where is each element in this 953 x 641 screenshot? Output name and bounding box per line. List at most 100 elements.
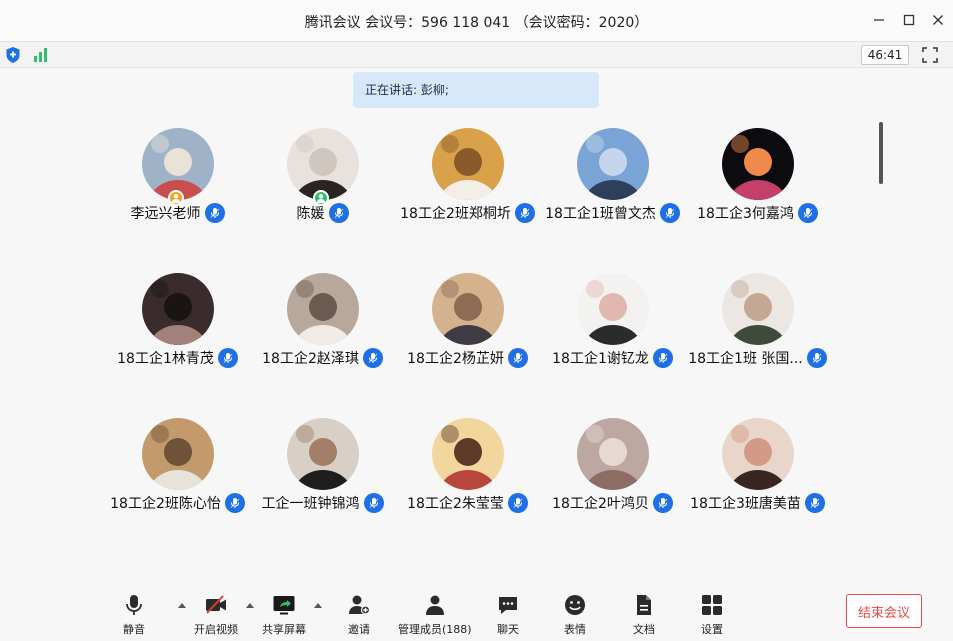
participant-mic-icon — [652, 493, 673, 513]
participant-name: 18工企3何嘉鸿 — [697, 206, 794, 222]
minimize-icon[interactable] — [869, 10, 889, 30]
participant-mic-icon — [362, 348, 383, 368]
participant-mic-icon — [363, 493, 384, 513]
participant-tile[interactable]: 工企一班钟锦鸿 — [250, 416, 395, 561]
participant-name-row: 18工企2班郑桐圻 — [385, 202, 550, 224]
participant-name-row: 18工企3何嘉鸿 — [675, 202, 840, 224]
signal-strength-icon[interactable] — [32, 47, 50, 63]
smiley-icon — [565, 595, 585, 615]
participant-avatar[interactable] — [432, 128, 504, 200]
participant-name-row: 18工企2叶鸿贝 — [530, 492, 695, 514]
participant-mic-icon — [507, 348, 528, 368]
participant-avatar[interactable] — [722, 273, 794, 345]
participant-tile[interactable]: 18工企2班陈心怡 — [105, 416, 250, 561]
participant-tile[interactable]: 李远兴老师 — [105, 126, 250, 271]
mute-label: 静音 — [123, 623, 145, 636]
participant-tile[interactable]: 18工企2杨芷妍 — [395, 271, 540, 416]
participant-name-row: 18工企2朱莹莹 — [385, 492, 550, 514]
participant-name: 陈媛 — [296, 206, 325, 222]
close-icon[interactable] — [928, 10, 948, 30]
participant-name: 18工企1班曾文杰 — [545, 206, 656, 222]
participant-name-row: 18工企3班唐美苗 — [675, 492, 840, 514]
grid-settings-icon — [702, 595, 722, 615]
participant-name-row: 18工企2赵泽琪 — [240, 347, 405, 369]
participant-mic-icon — [652, 348, 673, 368]
document-icon — [637, 595, 651, 615]
participant-mic-icon — [804, 493, 825, 513]
participant-name: 工企一班钟锦鸿 — [261, 496, 360, 512]
participant-tile[interactable]: 18工企2朱莹莹 — [395, 416, 540, 561]
participant-name: 18工企1班 张国... — [688, 351, 803, 367]
participant-tile[interactable]: 陈媛 — [250, 126, 395, 271]
participant-tile[interactable]: 18工企1班曾文杰 — [540, 126, 685, 271]
chat-label: 聊天 — [497, 623, 519, 636]
participant-tile[interactable]: 18工企1班 张国... — [685, 271, 830, 416]
reaction-label: 表情 — [564, 623, 586, 636]
chat-bubble-icon — [499, 597, 517, 614]
participant-tile[interactable]: 18工企3何嘉鸿 — [685, 126, 830, 271]
fullscreen-icon[interactable] — [921, 46, 939, 64]
chat-button[interactable]: 聊天 — [496, 593, 520, 637]
participant-name-row: 工企一班钟锦鸿 — [240, 492, 405, 514]
participant-name-row: 18工企1谢钇龙 — [530, 347, 695, 369]
participant-avatar[interactable] — [722, 128, 794, 200]
participant-tile[interactable]: 18工企3班唐美苗 — [685, 416, 830, 561]
settings-button[interactable]: 设置 — [700, 593, 724, 637]
add-user-icon — [349, 595, 371, 615]
settings-label: 设置 — [701, 623, 723, 636]
video-options-caret-icon[interactable] — [245, 601, 255, 609]
participant-avatar[interactable] — [142, 418, 214, 490]
participant-avatar[interactable] — [432, 418, 504, 490]
participant-avatar[interactable] — [722, 418, 794, 490]
share-screen-icon — [273, 596, 295, 615]
participant-avatar[interactable] — [577, 418, 649, 490]
participant-avatar[interactable] — [287, 128, 359, 200]
participant-name: 18工企2杨芷妍 — [407, 351, 504, 367]
manage-members-button[interactable]: 管理成员(188) — [398, 593, 472, 637]
participant-mic-icon — [217, 348, 238, 368]
participant-avatar[interactable] — [142, 128, 214, 200]
participant-avatar[interactable] — [432, 273, 504, 345]
share-screen-button[interactable]: 共享屏幕 — [262, 593, 306, 637]
participant-tile[interactable]: 18工企2班郑桐圻 — [395, 126, 540, 271]
participant-name: 李远兴老师 — [130, 206, 201, 222]
participant-name-row: 18工企2杨芷妍 — [385, 347, 550, 369]
participant-avatar[interactable] — [287, 273, 359, 345]
documents-button[interactable]: 文档 — [632, 593, 656, 637]
participant-name: 18工企3班唐美苗 — [690, 496, 801, 512]
documents-label: 文档 — [633, 623, 655, 636]
share-options-caret-icon[interactable] — [313, 601, 323, 609]
start-video-button[interactable]: 开启视频 — [194, 593, 238, 637]
invite-button[interactable]: 邀请 — [347, 593, 371, 637]
security-shield-icon[interactable] — [5, 46, 21, 64]
window-title: 腾讯会议 会议号：596 118 041 （会议密码：2020） — [304, 15, 649, 31]
mute-options-caret-icon[interactable] — [177, 601, 187, 609]
participant-tile[interactable]: 18工企2叶鸿贝 — [540, 416, 685, 561]
grid-scrollbar[interactable] — [879, 122, 883, 184]
end-meeting-button[interactable]: 结束会议 — [846, 594, 922, 628]
participant-grid: 李远兴老师 陈媛 18工企2班郑桐圻 18工企1班曾文杰 18工企3何嘉鸿 18工企1林青… — [105, 126, 845, 581]
members-icon — [425, 595, 444, 615]
status-bar: 46:41 — [0, 42, 953, 68]
mute-button[interactable]: 静音 — [122, 593, 146, 637]
participant-avatar[interactable] — [287, 418, 359, 490]
microphone-icon — [126, 595, 142, 615]
participant-tile[interactable]: 18工企1林青茂 — [105, 271, 250, 416]
participant-mic-icon — [328, 203, 349, 223]
participant-avatar[interactable] — [142, 273, 214, 345]
maximize-icon[interactable] — [899, 10, 919, 30]
share-screen-label: 共享屏幕 — [262, 623, 306, 636]
participant-avatar[interactable] — [577, 273, 649, 345]
active-speaker-banner: 正在讲话: 彭柳; — [353, 72, 599, 108]
participant-tile[interactable]: 18工企2赵泽琪 — [250, 271, 395, 416]
participant-mic-icon — [806, 348, 827, 368]
participant-name-row: 陈媛 — [240, 202, 405, 224]
participant-mic-icon — [204, 203, 225, 223]
participant-avatar[interactable] — [577, 128, 649, 200]
participant-name: 18工企2朱莹莹 — [407, 496, 504, 512]
participant-name: 18工企2叶鸿贝 — [552, 496, 649, 512]
video-off-icon — [206, 595, 226, 614]
participant-name: 18工企2班郑桐圻 — [400, 206, 511, 222]
participant-tile[interactable]: 18工企1谢钇龙 — [540, 271, 685, 416]
reaction-button[interactable]: 表情 — [563, 593, 587, 637]
